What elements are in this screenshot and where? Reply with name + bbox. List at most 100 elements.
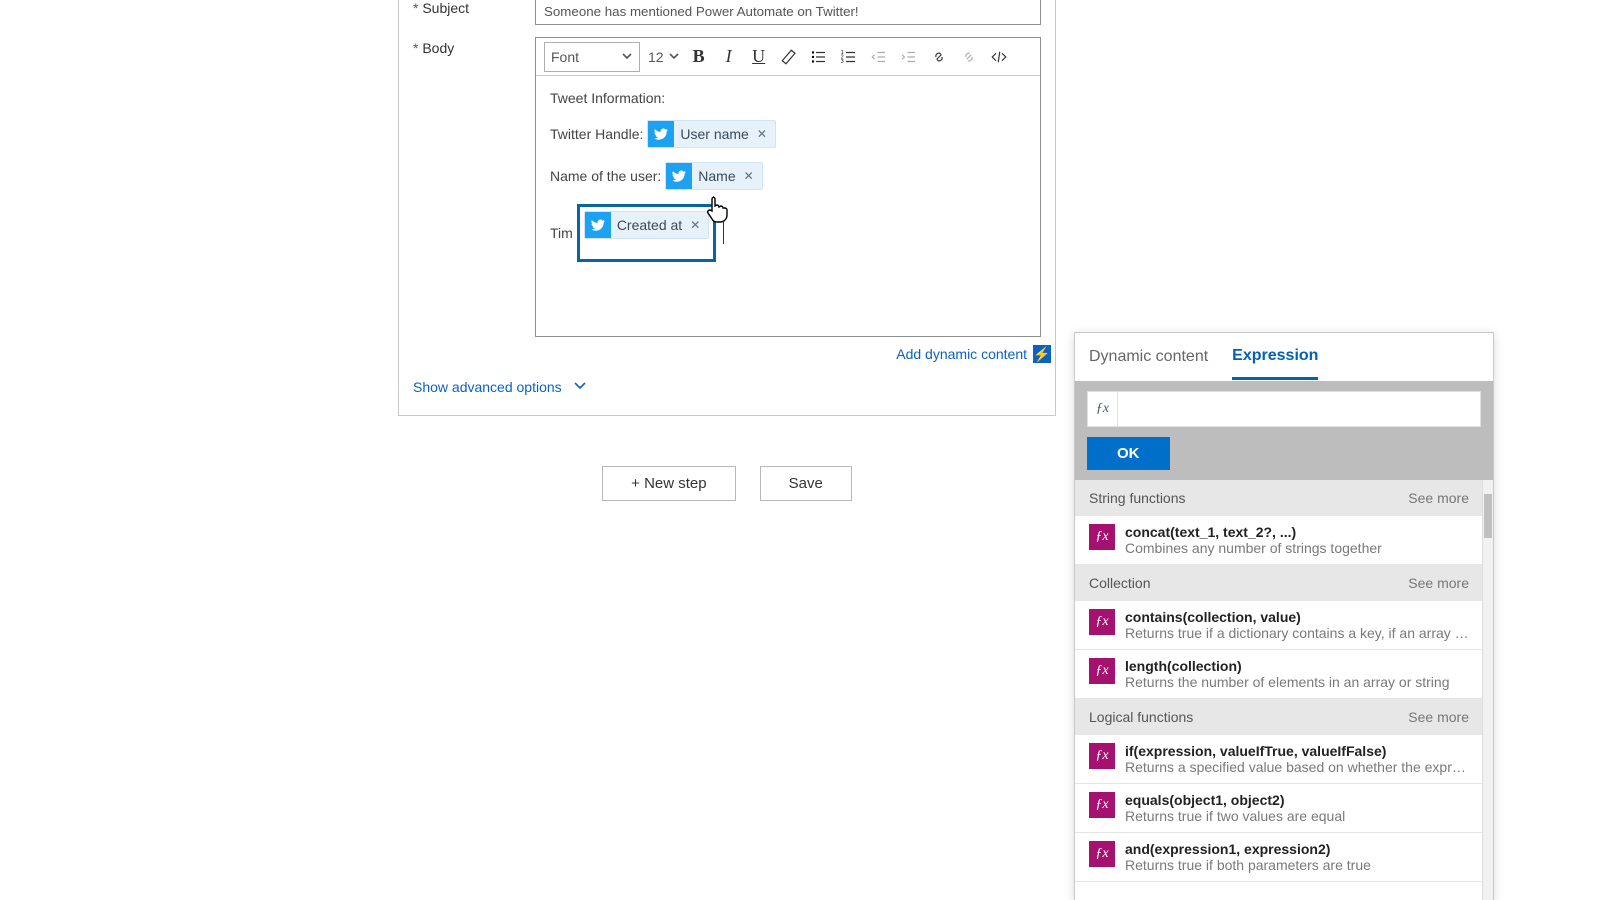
category-label: Logical functions (1089, 709, 1193, 725)
font-size-value: 12 (648, 49, 664, 65)
italic-button[interactable]: I (718, 46, 740, 68)
line4-label: Tim (550, 225, 573, 241)
body-line-4: Tim Created at ✕ (550, 204, 1026, 262)
tab-dynamic-content[interactable]: Dynamic content (1089, 336, 1208, 378)
rte-toolbar: Font 12 B I U (536, 38, 1040, 76)
font-select-label: Font (551, 49, 579, 65)
token-remove-icon[interactable]: ✕ (755, 127, 769, 141)
functions-list[interactable]: String functions See more ƒx concat(text… (1075, 480, 1483, 900)
token-label: Name (698, 168, 735, 184)
function-description: Returns a specified value based on wheth… (1125, 759, 1469, 775)
scrollbar-thumb[interactable] (1484, 494, 1492, 538)
code-view-icon[interactable] (988, 46, 1010, 68)
advanced-options-row: Show advanced options (399, 367, 1055, 406)
body-label: Body (413, 37, 535, 337)
fx-badge-icon: ƒx (1089, 743, 1115, 769)
function-length[interactable]: ƒx length(collection) Returns the number… (1075, 650, 1483, 699)
function-text: length(collection) Returns the number of… (1125, 658, 1469, 690)
chevron-down-icon (668, 49, 680, 65)
function-text: and(expression1, expression2) Returns tr… (1125, 841, 1469, 873)
body-line-2: Twitter Handle: User name ✕ (550, 120, 1026, 148)
expression-input-wrap: ƒx (1087, 391, 1481, 427)
fx-badge-icon: ƒx (1089, 609, 1115, 635)
chevron-down-icon[interactable] (572, 377, 588, 396)
new-step-button[interactable]: + New step (602, 466, 735, 501)
font-select[interactable]: Font (544, 42, 640, 72)
category-logical-functions: Logical functions See more (1075, 699, 1483, 735)
subject-label: Subject (413, 0, 535, 25)
indent-icon[interactable] (898, 46, 920, 68)
rich-text-editor: Font 12 B I U (535, 37, 1041, 337)
fx-badge-icon: ƒx (1089, 841, 1115, 867)
expression-panel: Dynamic content Expression ƒx OK String … (1074, 332, 1494, 900)
numbered-list-icon[interactable]: 123 (838, 46, 860, 68)
body-line-1: Tweet Information: (550, 90, 1026, 106)
function-signature: and(expression1, expression2) (1125, 841, 1469, 857)
function-text: if(expression, valueIfTrue, valueIfFalse… (1125, 743, 1469, 775)
bullet-list-icon[interactable] (808, 46, 830, 68)
function-description: Combines any number of strings together (1125, 540, 1469, 556)
category-label: String functions (1089, 490, 1186, 506)
category-string-functions: String functions See more (1075, 480, 1483, 516)
chevron-down-icon (621, 49, 633, 65)
twitter-icon (585, 212, 611, 238)
function-description: Returns true if a dictionary contains a … (1125, 625, 1469, 641)
bottom-button-row: + New step Save (398, 466, 1056, 501)
see-more-link[interactable]: See more (1408, 575, 1469, 591)
expression-input[interactable] (1118, 392, 1480, 426)
token-remove-icon[interactable]: ✕ (742, 169, 756, 183)
category-label: Collection (1089, 575, 1150, 591)
save-button[interactable]: Save (760, 466, 852, 501)
function-signature: contains(collection, value) (1125, 609, 1469, 625)
fx-icon: ƒx (1088, 392, 1118, 426)
underline-button[interactable]: U (748, 46, 770, 68)
show-advanced-options-link[interactable]: Show advanced options (413, 379, 562, 395)
svg-text:3: 3 (840, 59, 843, 65)
font-size-select[interactable]: 12 (648, 49, 680, 65)
rte-body[interactable]: Tweet Information: Twitter Handle: User … (536, 76, 1040, 336)
twitter-icon (648, 121, 674, 147)
function-text: contains(collection, value) Returns true… (1125, 609, 1469, 641)
function-text: concat(text_1, text_2?, ...) Combines an… (1125, 524, 1469, 556)
line3-label: Name of the user: (550, 168, 661, 184)
function-description: Returns the number of elements in an arr… (1125, 674, 1469, 690)
link-icon[interactable] (928, 46, 950, 68)
function-and[interactable]: ƒx and(expression1, expression2) Returns… (1075, 833, 1483, 882)
fx-badge-icon: ƒx (1089, 524, 1115, 550)
text-caret (723, 222, 724, 244)
body-row: Body Font 12 B I U (399, 31, 1055, 343)
add-dynamic-badge-icon[interactable]: ⚡ (1033, 345, 1051, 363)
token-username[interactable]: User name ✕ (647, 120, 776, 148)
function-equals[interactable]: ƒx equals(object1, object2) Returns true… (1075, 784, 1483, 833)
function-signature: equals(object1, object2) (1125, 792, 1469, 808)
outdent-icon[interactable] (868, 46, 890, 68)
action-card: Subject Body Font 12 B I (398, 0, 1056, 416)
tab-expression[interactable]: Expression (1232, 335, 1318, 380)
ok-button[interactable]: OK (1087, 437, 1170, 470)
function-contains[interactable]: ƒx contains(collection, value) Returns t… (1075, 601, 1483, 650)
unlink-icon[interactable] (958, 46, 980, 68)
expression-input-area: ƒx OK (1075, 381, 1493, 480)
token-createdat[interactable]: Created at ✕ (584, 211, 709, 239)
see-more-link[interactable]: See more (1408, 490, 1469, 506)
function-concat[interactable]: ƒx concat(text_1, text_2?, ...) Combines… (1075, 516, 1483, 565)
highlight-icon[interactable] (778, 46, 800, 68)
function-signature: length(collection) (1125, 658, 1469, 674)
function-signature: concat(text_1, text_2?, ...) (1125, 524, 1469, 540)
category-collection: Collection See more (1075, 565, 1483, 601)
token-label: User name (680, 126, 748, 142)
function-if[interactable]: ƒx if(expression, valueIfTrue, valueIfFa… (1075, 735, 1483, 784)
add-dynamic-content-link[interactable]: Add dynamic content (896, 346, 1027, 362)
token-name[interactable]: Name ✕ (665, 162, 762, 190)
line2-label: Twitter Handle: (550, 126, 643, 142)
function-text: equals(object1, object2) Returns true if… (1125, 792, 1469, 824)
function-signature: if(expression, valueIfTrue, valueIfFalse… (1125, 743, 1469, 759)
subject-input[interactable] (535, 0, 1041, 25)
see-more-link[interactable]: See more (1408, 709, 1469, 725)
token-createdat-focused: Created at ✕ (577, 204, 716, 262)
subject-row: Subject (399, 0, 1055, 31)
token-remove-icon[interactable]: ✕ (688, 218, 702, 232)
bold-button[interactable]: B (688, 46, 710, 68)
panel-tabs: Dynamic content Expression (1075, 333, 1493, 381)
add-dynamic-row: Add dynamic content ⚡ (399, 343, 1055, 367)
